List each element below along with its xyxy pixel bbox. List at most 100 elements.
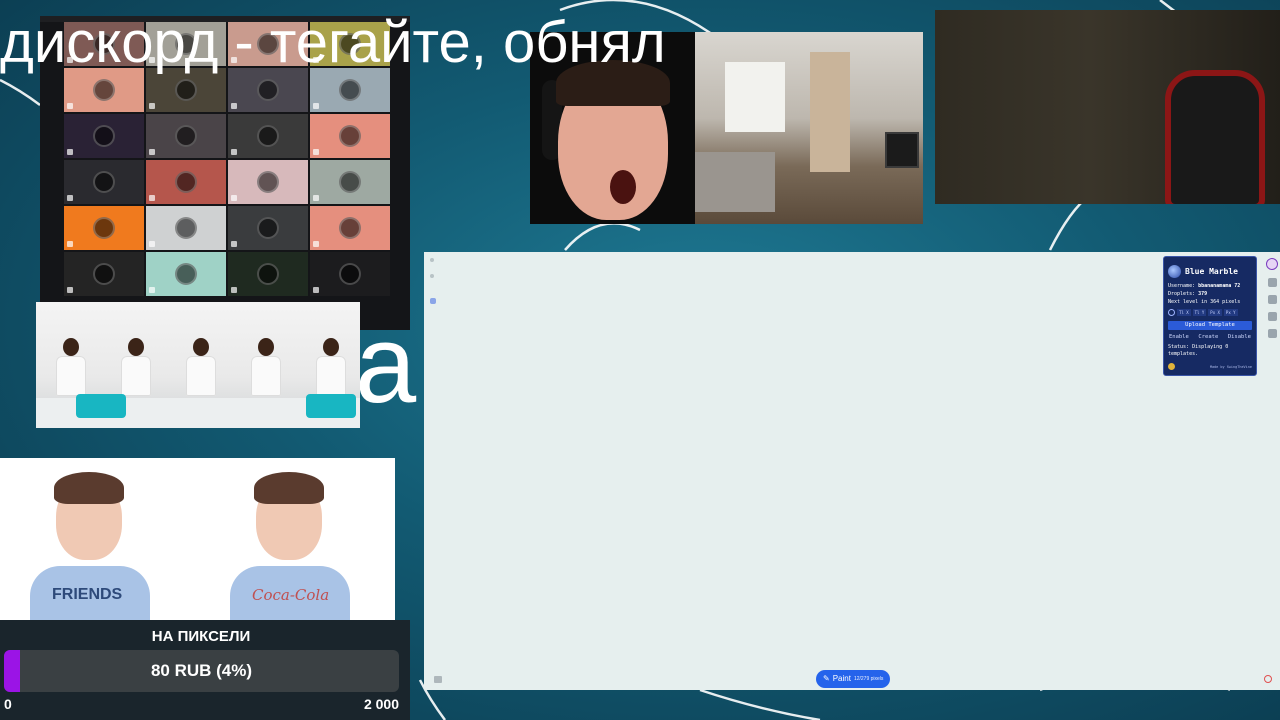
donation-max-label: 2 000 bbox=[363, 696, 399, 712]
discord-participant-tile bbox=[228, 160, 308, 204]
mic-muted-icon bbox=[231, 287, 237, 293]
blue-marble-username: Username: bbananamama 72 bbox=[1168, 283, 1241, 289]
donation-amount: 80 RUB (4%) bbox=[150, 661, 253, 680]
leaderboard-icon[interactable] bbox=[1267, 295, 1277, 304]
create-button[interactable]: Create bbox=[1198, 334, 1218, 340]
meme-pillow bbox=[306, 394, 356, 418]
mic-muted-icon bbox=[231, 149, 237, 155]
blue-marble-header[interactable]: Blue Marble bbox=[1164, 257, 1256, 282]
donation-progress-bar: 80 RUB (4%) bbox=[4, 650, 399, 692]
disable-button[interactable]: Disable bbox=[1228, 334, 1251, 340]
mic-muted-icon bbox=[231, 103, 237, 109]
tile-x-input[interactable]: Tl X bbox=[1177, 309, 1191, 316]
mic-muted-icon bbox=[149, 103, 155, 109]
canvas-info-icon[interactable] bbox=[430, 274, 434, 278]
right-shirt-text: Coca-Cola bbox=[252, 586, 330, 604]
participant-avatar bbox=[339, 263, 361, 285]
participant-avatar bbox=[257, 79, 279, 101]
participant-avatar bbox=[339, 171, 361, 193]
meme-person bbox=[251, 338, 281, 398]
enable-button[interactable]: Enable bbox=[1169, 334, 1189, 340]
donation-goal-widget: НА ПИКСЕЛИ 80 RUB (4%) 0 2 000 bbox=[0, 620, 410, 720]
meme-person bbox=[316, 338, 346, 398]
participant-avatar bbox=[257, 125, 279, 147]
mic-muted-icon bbox=[313, 241, 319, 247]
mic-muted-icon bbox=[231, 195, 237, 201]
discord-participant-tile bbox=[64, 252, 144, 296]
mic-muted-icon bbox=[67, 241, 73, 247]
pixel-x-input[interactable]: Px X bbox=[1208, 309, 1222, 316]
mic-muted-icon bbox=[67, 287, 73, 293]
gaming-chair bbox=[1165, 70, 1265, 204]
blue-marble-title: Blue Marble bbox=[1185, 267, 1238, 276]
participant-avatar bbox=[93, 263, 115, 285]
location-pin-icon[interactable] bbox=[1168, 309, 1175, 316]
participant-avatar bbox=[257, 217, 279, 239]
blue-marble-logo-icon bbox=[1168, 265, 1181, 278]
participant-avatar bbox=[339, 125, 361, 147]
participant-avatar bbox=[93, 125, 115, 147]
mic-muted-icon bbox=[149, 241, 155, 247]
discord-participant-tile bbox=[146, 114, 226, 158]
pencil-icon: ✎ bbox=[823, 674, 830, 683]
mic-muted-icon bbox=[149, 149, 155, 155]
participant-avatar bbox=[93, 217, 115, 239]
canvas-power-icon[interactable] bbox=[1264, 675, 1272, 683]
meme-photo bbox=[36, 302, 360, 428]
mic-muted-icon bbox=[67, 195, 73, 201]
discord-participant-tile bbox=[310, 114, 390, 158]
blue-marble-credit: Made by SwingTheVine bbox=[1209, 364, 1252, 369]
mic-muted-icon bbox=[67, 149, 73, 155]
discord-participant-tile bbox=[228, 206, 308, 250]
discord-participant-tile bbox=[146, 252, 226, 296]
mic-muted-icon bbox=[67, 103, 73, 109]
paint-pixel-count: 12/279 pixels bbox=[853, 676, 884, 682]
canvas-menu-icon[interactable] bbox=[430, 258, 434, 262]
globe-icon[interactable] bbox=[1267, 312, 1277, 321]
stream-title-overlay: дискорд - тегайте, обнял bbox=[0, 10, 666, 75]
mic-muted-icon bbox=[313, 287, 319, 293]
donation-goal-title: НА ПИКСЕЛИ bbox=[151, 628, 251, 645]
discord-participant-tile bbox=[228, 252, 308, 296]
pixel-canvas[interactable]: ✎ Paint 12/279 pixels bbox=[424, 252, 1280, 690]
participant-avatar bbox=[175, 217, 197, 239]
tile-y-input[interactable]: Tl Y bbox=[1192, 309, 1207, 316]
blue-marble-panel: Blue Marble Username: bbananamama 72 Dro… bbox=[1163, 256, 1257, 376]
discord-participant-tile bbox=[146, 206, 226, 250]
discord-participant-tile bbox=[146, 160, 226, 204]
pixel-y-input[interactable]: Px Y bbox=[1223, 309, 1238, 316]
room-camera bbox=[695, 32, 923, 224]
discord-participant-tile bbox=[228, 114, 308, 158]
canvas-discord-icon[interactable] bbox=[430, 298, 436, 304]
mic-muted-icon bbox=[313, 103, 319, 109]
dark-room-camera bbox=[935, 10, 1280, 204]
cart-icon[interactable] bbox=[1267, 278, 1277, 287]
mic-muted-icon bbox=[231, 241, 237, 247]
mic-muted-icon bbox=[149, 195, 155, 201]
portrait-illustration: FRIENDS Coca-Cola bbox=[0, 458, 395, 620]
donation-min-label: 0 bbox=[4, 696, 12, 712]
participant-avatar bbox=[93, 79, 115, 101]
palette-icon[interactable] bbox=[1267, 329, 1277, 338]
participant-avatar bbox=[257, 171, 279, 193]
paint-button[interactable]: ✎ Paint 12/279 pixels bbox=[816, 670, 891, 688]
discord-participant-tile bbox=[310, 252, 390, 296]
user-avatar-icon[interactable] bbox=[1266, 258, 1278, 270]
meme-person bbox=[121, 338, 151, 398]
coin-icon bbox=[1168, 363, 1175, 370]
participant-avatar bbox=[93, 171, 115, 193]
portrait-left: FRIENDS bbox=[10, 466, 160, 620]
meme-pillow bbox=[76, 394, 126, 418]
blue-marble-actions: Enable Create Disable bbox=[1164, 332, 1256, 342]
left-shirt-text: FRIENDS bbox=[52, 586, 123, 603]
upload-template-button[interactable]: Upload Template bbox=[1168, 321, 1252, 330]
participant-avatar bbox=[339, 79, 361, 101]
meme-person bbox=[186, 338, 216, 398]
blue-marble-coords: Tl X Tl Y Px X Px Y bbox=[1164, 306, 1256, 319]
mic-muted-icon bbox=[313, 149, 319, 155]
participant-avatar bbox=[339, 217, 361, 239]
canvas-right-toolbar bbox=[1266, 258, 1278, 346]
mic-muted-icon bbox=[313, 195, 319, 201]
canvas-map-icon[interactable] bbox=[434, 676, 442, 683]
discord-participant-tile bbox=[64, 114, 144, 158]
